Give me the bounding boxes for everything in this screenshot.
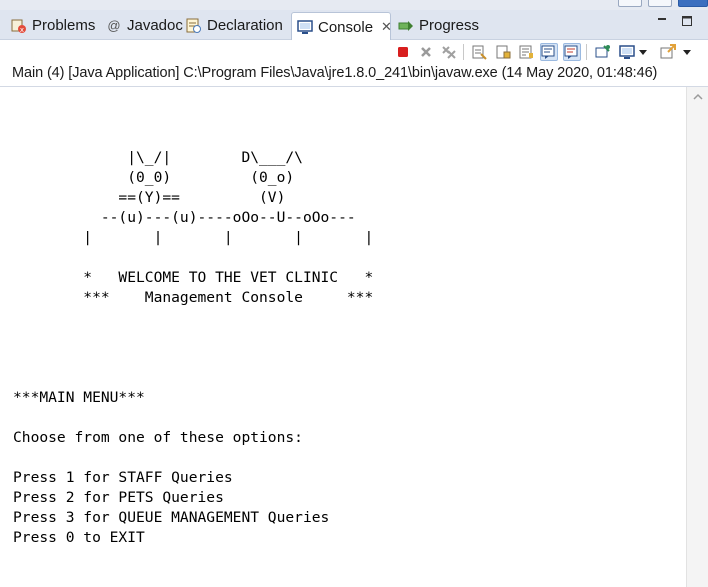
scroll-up-icon[interactable] (691, 91, 705, 103)
tab-javadoc[interactable]: @ Javadoc (101, 12, 188, 39)
minimize-edge-button[interactable] (618, 0, 642, 7)
console-icon (297, 19, 313, 35)
console-line: | | | | | (13, 229, 374, 246)
chevron-down-icon[interactable] (681, 43, 693, 61)
tab-label: Javadoc (127, 17, 183, 34)
console-output[interactable]: |\_/| D\___/\ (0_0) (0_o) ==(Y)== (V) --… (0, 87, 686, 587)
console-line: Press 3 for QUEUE MANAGEMENT Queries (13, 509, 330, 526)
declaration-icon (186, 18, 202, 34)
show-stderr-icon[interactable] (563, 43, 581, 61)
tab-label: Problems (32, 17, 96, 34)
maximize-view-icon[interactable] (680, 14, 694, 28)
view-tab-bar: x Problems @ Javadoc Declaration Console… (0, 10, 708, 41)
console-line: |\_/| D\___/\ (13, 149, 303, 166)
launch-description: Main (4) [Java Application] C:\Program F… (12, 65, 658, 81)
console-line: Press 2 for PETS Queries (13, 489, 224, 506)
show-stdout-icon[interactable] (540, 43, 558, 61)
console-line: *** Management Console *** (13, 289, 374, 306)
console-toolbar (0, 40, 708, 64)
vertical-scrollbar[interactable] (686, 87, 708, 587)
tab-progress[interactable]: Progress (393, 12, 484, 39)
svg-text:x: x (20, 26, 24, 34)
problems-icon: x (11, 18, 27, 34)
tab-label: Console (318, 18, 374, 36)
progress-icon (398, 18, 414, 34)
console-line: ***MAIN MENU*** (13, 389, 145, 406)
tab-label: Declaration (207, 17, 283, 34)
tab-declaration[interactable]: Declaration (181, 12, 288, 39)
open-console-icon[interactable] (659, 43, 677, 61)
word-wrap-icon[interactable] (517, 43, 535, 61)
console-line: Press 0 to EXIT (13, 529, 145, 546)
scroll-lock-icon[interactable] (494, 43, 512, 61)
perspective-edge-button[interactable] (678, 0, 708, 7)
display-console-icon[interactable] (618, 43, 636, 61)
window-top-edge (0, 0, 708, 10)
console-line: --(u)---(u)----oOo--U--oOo--- (13, 209, 356, 226)
console-line: ==(Y)== (V) (13, 189, 286, 206)
chevron-down-icon[interactable] (637, 43, 649, 61)
minimize-view-icon[interactable] (655, 14, 669, 28)
toolbar-separator (586, 44, 587, 60)
pin-console-icon[interactable] (594, 43, 612, 61)
console-line: Press 1 for STAFF Queries (13, 469, 233, 486)
remove-launch-icon[interactable] (417, 43, 435, 61)
tab-label: Progress (419, 17, 480, 34)
terminate-icon[interactable] (394, 43, 412, 61)
close-icon[interactable]: ✕ (381, 19, 392, 35)
toolbar-separator (463, 44, 464, 60)
console-line: * WELCOME TO THE VET CLINIC * (13, 269, 374, 286)
maximize-edge-button[interactable] (648, 0, 672, 7)
console-text: |\_/| D\___/\ (0_0) (0_o) ==(Y)== (V) --… (13, 128, 373, 548)
clear-console-icon[interactable] (470, 43, 488, 61)
tab-console[interactable]: Console ✕ (291, 12, 392, 41)
tab-problems[interactable]: x Problems (6, 12, 100, 39)
javadoc-icon: @ (107, 18, 121, 33)
remove-all-terminated-icon[interactable] (440, 43, 458, 61)
console-line: (0_0) (0_o) (13, 169, 295, 186)
console-line: Choose from one of these options: (13, 429, 303, 446)
